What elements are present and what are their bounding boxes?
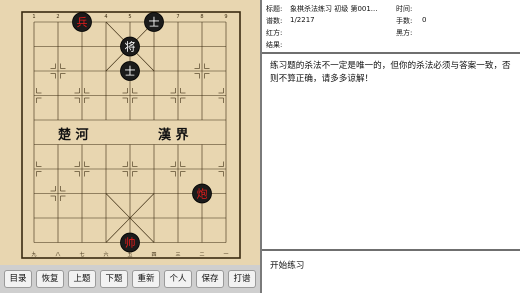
river-right-label: 漢 界 [158, 127, 189, 143]
piece-label: 士 [149, 16, 160, 29]
top-column-number: 4 [104, 14, 107, 20]
piece-label: 炮 [197, 188, 208, 201]
piece-black-shi-mid[interactable]: 士 [120, 61, 140, 81]
next-problem-button[interactable]: 下题 [100, 270, 128, 288]
top-column-number: 7 [176, 14, 179, 20]
top-column-number: 8 [200, 14, 203, 20]
piece-label: 将 [125, 41, 136, 54]
river-left-label: 楚 河 [58, 127, 89, 143]
bottom-column-number: 二 [199, 252, 204, 258]
board-panel: 123456789九八七六五四三二一 楚 河 漢 界 士兵将士炮帅 [0, 0, 260, 265]
piece-red-shuai[interactable]: 帅 [120, 232, 140, 253]
message-text: 练习题的杀法不一定是唯一的，但你的杀法必须与答案一致，否则不算正确，请多多谅解！ [270, 61, 511, 84]
right-panel: 标题: 象棋杀法练习 初级 第001... 时间: 谱数: 1/2217 手数:… [262, 0, 520, 293]
time-label: 时间: [396, 5, 413, 13]
bottom-column-number: 八 [55, 252, 60, 258]
personal-button[interactable]: 个人 [164, 270, 192, 288]
top-column-number: 9 [224, 14, 227, 20]
record-button[interactable]: 打谱 [228, 270, 256, 288]
piece-black-jiang[interactable]: 将 [120, 36, 140, 57]
start-practice-label[interactable]: 开始练习 [270, 259, 304, 271]
piece-black-shi-top[interactable]: 士 [144, 12, 164, 32]
bottom-column-number: 七 [79, 251, 84, 258]
restart-button[interactable]: 重新 [132, 270, 160, 288]
piece-label: 帅 [125, 237, 136, 250]
bottom-column-number: 三 [175, 252, 180, 258]
xiangqi-board[interactable]: 123456789九八七六五四三二一 楚 河 漢 界 士兵将士炮帅 [0, 0, 260, 265]
bottom-column-number: 五 [127, 252, 132, 258]
bottom-column-number: 四 [151, 252, 156, 258]
piece-red-bing[interactable]: 兵 [72, 12, 92, 32]
piece-label: 士 [125, 65, 136, 78]
save-button[interactable]: 保存 [196, 270, 224, 288]
piece-label: 兵 [77, 16, 88, 29]
top-column-number: 2 [56, 14, 59, 20]
title-label: 标题: [266, 5, 283, 13]
moves-label: 手数: [396, 17, 413, 25]
result-label: 结果: [266, 41, 283, 49]
top-column-number: 5 [128, 14, 131, 20]
black-side-label: 黑方: [396, 29, 413, 37]
restore-button[interactable]: 恢复 [36, 270, 64, 288]
game-info-panel: 标题: 象棋杀法练习 初级 第001... 时间: 谱数: 1/2217 手数:… [262, 0, 520, 52]
message-panel: 练习题的杀法不一定是唯一的，但你的杀法必须与答案一致，否则不算正确，请多多谅解！ [262, 54, 520, 249]
bottom-column-number: 一 [223, 252, 228, 258]
previous-problem-button[interactable]: 上题 [68, 270, 96, 288]
toolbar: 目录 恢复 上题 下题 重新 个人 保存 打谱 [0, 265, 260, 293]
spectrum-label: 谱数: [266, 17, 283, 25]
start-panel[interactable]: 开始练习 [262, 251, 520, 293]
red-side-label: 红方: [266, 29, 283, 37]
title-value: 象棋杀法练习 初级 第001... [290, 5, 378, 13]
moves-value: 0 [422, 16, 427, 24]
spectrum-value: 1/2217 [290, 16, 315, 24]
bottom-column-number: 六 [103, 251, 108, 258]
top-column-number: 1 [32, 14, 35, 20]
bottom-column-number: 九 [31, 251, 36, 258]
piece-red-pao[interactable]: 炮 [192, 183, 212, 204]
catalog-button[interactable]: 目录 [4, 270, 32, 288]
